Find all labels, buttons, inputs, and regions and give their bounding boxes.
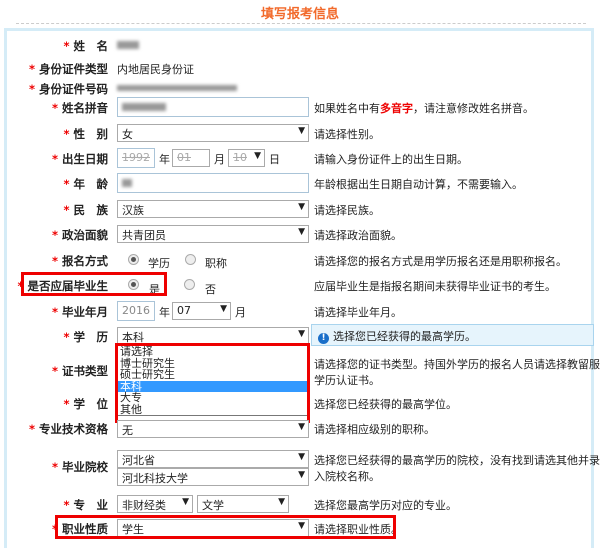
degree-hint: 选择您已经获得的最高学位。 [314,398,457,411]
birth-hint: 请输入身份证件上的出生日期。 [314,153,468,166]
label-birth: * 出生日期 [51,152,108,166]
gender-hint: 请选择性别。 [314,128,380,141]
school-hint-2: 入院校名称。 [314,470,380,483]
highlight-box [115,343,310,423]
school-name-select[interactable]: 河北科技大学 ▼ [117,468,309,486]
apply-mode-radio-education[interactable] [128,254,139,265]
highlight-box [55,515,396,539]
major-category-select[interactable]: 非财经类 ▼ [117,495,193,513]
pinyin-input[interactable] [117,97,309,117]
info-icon: ! [318,333,329,344]
label-apply-mode: * 报名方式 [51,254,108,268]
label-school: * 毕业院校 [51,460,108,474]
name-value [117,38,139,51]
ethnicity-select[interactable]: 汉族 ▼ [117,200,309,218]
tech-qual-select[interactable]: 无 ▼ [117,420,309,438]
major-subject-select[interactable]: 文学 ▼ [197,495,289,513]
birth-day-unit: 日 [269,153,280,166]
apply-mode-radio-title[interactable] [185,254,196,265]
label-pinyin: * 姓名拼音 [51,101,108,115]
label-education: * 学 历 [63,330,108,344]
birth-month-unit: 月 [214,153,225,166]
grad-month-unit: 月 [235,306,246,319]
label-major: * 专 业 [63,498,108,512]
fresh-grad-opt2: 否 [205,283,216,296]
grad-year-input[interactable]: 2016 [117,301,155,321]
fresh-grad-radio-no[interactable] [184,279,195,290]
apply-mode-opt1: 学历 [148,257,170,270]
label-tech-qual: * 专业技术资格 [28,422,108,436]
divider [16,23,586,24]
id-number-value [117,81,237,94]
label-degree: * 学 位 [63,397,108,411]
label-id-number: * 身份证件号码 [28,82,108,96]
label-name: * 姓 名 [63,39,108,53]
grad-month-select[interactable]: 07 ▼ [172,302,231,320]
label-politics: * 政治面貌 [51,228,108,242]
grad-date-hint: 请选择毕业年月。 [314,306,402,319]
cert-type-hint-2: 学历认证书。 [314,374,380,387]
birth-month-select[interactable]: 01 [172,149,210,167]
grad-year-unit: 年 [159,306,170,319]
label-grad-date: * 毕业年月 [51,305,108,319]
education-info-tip: ! 选择您已经获得的最高学历。 [311,324,594,346]
apply-mode-hint: 请选择您的报名方式是用学历报名还是用职称报名。 [314,255,567,268]
school-hint-1: 选择您已经获得的最高学历的院校，没有找到请选其他并录 [314,454,600,467]
label-id-type: * 身份证件类型 [28,62,108,76]
label-cert-type: * 证书类型 [51,364,108,378]
birth-year-unit: 年 [159,153,170,166]
id-type-value: 内地居民身份证 [117,63,194,76]
page-title: 填写报考信息 [260,7,339,22]
highlight-box [21,272,167,296]
age-input[interactable] [117,173,309,193]
politics-select[interactable]: 共青团员 ▼ [117,225,309,243]
cert-type-hint-1: 请选择您的证书类型。持国外学历的报名人员请选择教留服 [314,358,600,371]
ethnicity-hint: 请选择民族。 [314,204,380,217]
politics-hint: 请选择政治面貌。 [314,229,402,242]
age-hint: 年龄根据出生日期自动计算，不需要输入。 [314,178,523,191]
major-hint: 选择您最高学历对应的专业。 [314,499,457,512]
fresh-grad-hint: 应届毕业生是指报名期间未获得毕业证书的考生。 [314,280,556,293]
gender-select[interactable]: 女 ▼ [117,124,309,142]
apply-mode-opt2: 职称 [205,257,227,270]
label-gender: * 性 别 [63,127,108,141]
birth-year-input[interactable]: 1992 [117,148,155,168]
birth-day-select[interactable]: 10 ▼ [228,149,265,167]
tech-qual-hint: 请选择相应级别的职称。 [314,423,435,436]
label-ethnicity: * 民 族 [63,203,108,217]
school-province-select[interactable]: 河北省 ▼ [117,450,309,468]
pinyin-hint: 如果姓名中有多音字，请注意修改姓名拼音。 [314,102,534,115]
label-age: * 年 龄 [63,177,108,191]
